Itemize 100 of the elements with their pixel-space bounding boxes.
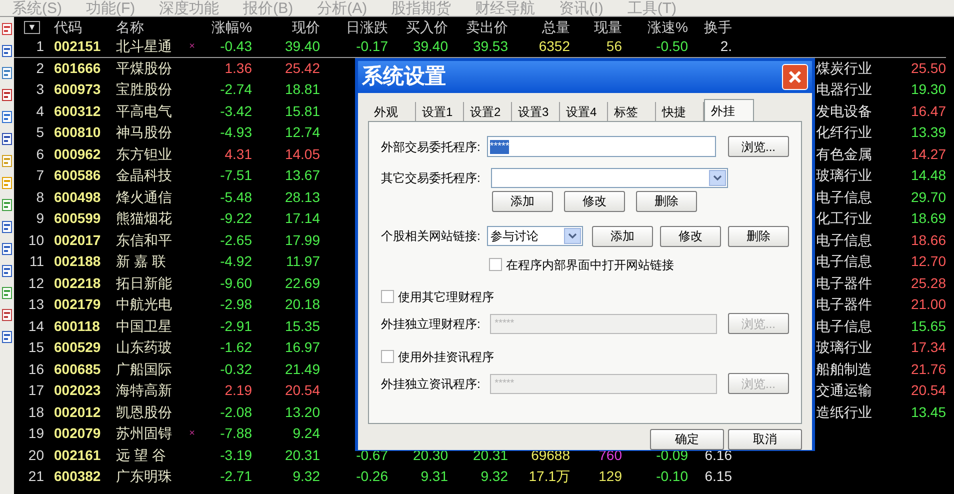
stock-code: 002017 [53,230,102,250]
column-header[interactable]: 现价 [252,17,320,38]
toolbar-icon[interactable] [2,133,12,145]
dialog-button[interactable]: 添加 [592,226,653,246]
change-percent: 2.19 [224,381,252,400]
industry: 电子器件 [815,274,873,292]
checkbox[interactable] [489,258,502,271]
column-header[interactable]: 现量 [570,17,622,38]
change-percent: -9.22 [219,209,252,228]
field-label: 外挂独立资讯程序: [381,376,482,392]
industry-value: 25.28 [910,274,946,292]
toolbar-icon[interactable] [2,243,12,255]
chevron-down-icon [709,170,726,186]
field-label: 外部交易委托程序: [381,138,482,156]
industry: 玻璃行业 [815,338,873,357]
column-header[interactable]: 涨幅% [202,17,252,38]
toolbar-icon[interactable] [2,287,12,299]
close-button[interactable] [782,64,808,90]
row-number: 14 [27,316,45,336]
stock-code: 002161 [53,446,102,464]
toolbar-icon[interactable] [2,199,12,211]
industry: 发电设备 [815,102,873,120]
column-header[interactable]: 代码 [50,17,112,38]
dialog-button[interactable]: 浏览... [728,136,789,157]
column-header[interactable]: 总量 [508,17,570,38]
chevron-down-icon [564,228,581,244]
input-field[interactable]: ***** [486,136,716,157]
industry-value: 18.66 [910,230,946,250]
industry-value: 13.45 [910,402,946,422]
row-number: 21 [27,467,45,486]
column-menu-button[interactable]: ▼ [24,21,40,34]
change-percent: -2.98 [219,295,252,314]
toolbar-icon[interactable] [2,89,12,101]
stock-name: 金晶科技 [115,166,173,185]
stock-row[interactable]: 21 600382 广东明珠 -2.71 9.32 -0.26 9.31 9.32 17.1万 129 -0.10 6.15 [14,466,946,488]
toolbar-icon[interactable] [2,331,12,343]
column-header[interactable]: 涨速% [622,17,688,38]
toolbar-icon[interactable] [2,23,12,35]
price: 15.35 [284,316,320,336]
price: 17.14 [284,209,320,228]
stock-name: 苏州固锝 [115,424,173,443]
bid-price: 9.31 [420,467,448,486]
toolbar-icon[interactable] [2,111,12,123]
stock-code: 002218 [53,274,102,292]
column-header[interactable]: 买入价 [388,17,448,38]
change-percent: -9.60 [219,274,252,292]
row-number: 7 [35,166,45,185]
change-percent: -1.62 [219,338,252,357]
stock-code: 600382 [53,467,102,486]
industry-value: 14.48 [910,166,946,185]
stock-name: 广船国际 [115,360,173,378]
price: 22.69 [284,274,320,292]
industry: 化纤行业 [815,123,873,142]
change-percent: -4.92 [219,252,252,271]
stock-name: 凯恩股份 [115,402,173,422]
stock-name: 北斗星通 [115,37,173,56]
row-number: 8 [35,188,45,206]
industry: 电子信息 [815,230,873,250]
price: 20.31 [284,446,320,464]
industry-value: 15.65 [910,316,946,336]
change-percent: -2.74 [219,80,252,99]
dialog-button[interactable]: 添加 [492,190,553,212]
dropdown-field[interactable] [491,168,728,188]
total-volume: 6352 [538,37,570,56]
toolbar-icon[interactable] [2,45,12,57]
dropdown-field[interactable]: 参与讨论 [486,226,583,246]
toolbar-icon[interactable] [2,265,12,277]
change-percent: -3.19 [219,446,252,464]
stock-name: 广东明珠 [115,467,173,486]
row-number: 4 [35,102,45,120]
row-number: 10 [27,230,45,250]
dialog-button[interactable]: 修改 [564,190,625,212]
toolbar-icon[interactable] [2,221,12,233]
industry-value: 14.27 [910,144,946,164]
column-header[interactable]: 日涨跌 [320,17,388,38]
column-header[interactable]: 名称 [112,17,202,38]
row-number: 13 [27,295,45,314]
stock-code: 600810 [53,123,102,142]
industry: 煤炭行业 [815,58,873,78]
dialog-button[interactable]: 确定 [650,428,724,450]
column-header[interactable]: 换手 [688,17,732,38]
stock-name: 海特高新 [115,381,173,400]
row-number: 9 [35,209,45,228]
stock-code: 002151 [53,37,102,56]
stock-name: 平煤股份 [115,58,173,78]
dialog-button[interactable]: 删除 [636,190,697,212]
dialog-button[interactable]: 删除 [728,226,789,246]
change-percent: -2.71 [219,467,252,486]
column-header[interactable]: 卖出价 [448,17,508,38]
change-percent: 4.31 [224,144,252,164]
flag-mark: × [188,40,196,54]
row-number: 12 [27,274,45,292]
tab[interactable]: 外挂 [704,98,754,120]
industry-value: 25.50 [910,58,946,78]
bid-price: 39.40 [412,37,448,56]
dialog-button[interactable]: 修改 [660,226,721,246]
toolbar-icon[interactable] [2,309,12,321]
price: 13.67 [284,166,320,185]
dialog-button[interactable]: 取消 [728,428,802,450]
toolbar-icon[interactable] [2,67,12,79]
